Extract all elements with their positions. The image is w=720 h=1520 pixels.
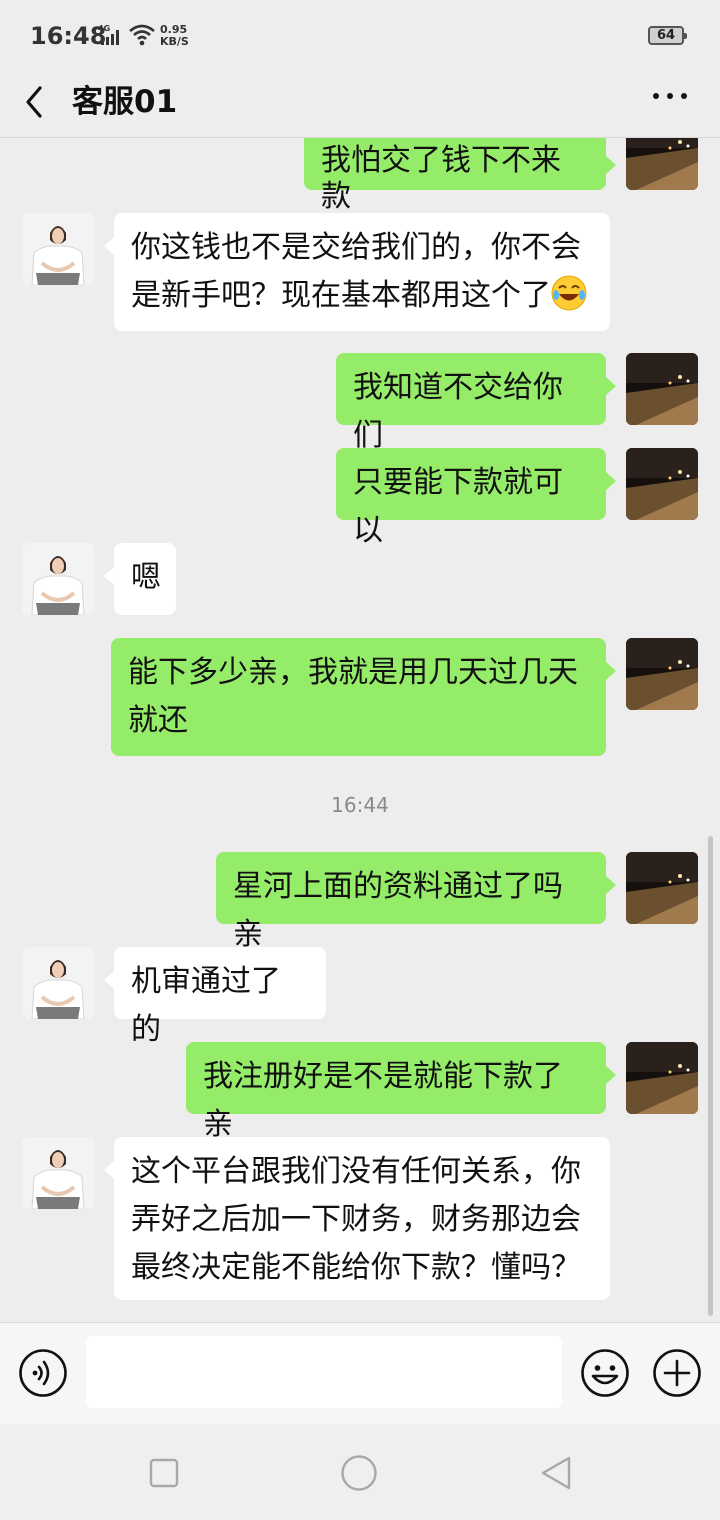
plus-icon[interactable] [652, 1348, 702, 1398]
message-text: 这个平台跟我们没有任何关系，你弄好之后加一下财务，财务那边会最终决定能不能给你下… [131, 1154, 581, 1285]
message-bubble-incoming[interactable]: 嗯 [104, 543, 176, 615]
message-input[interactable] [86, 1336, 562, 1408]
message-text: 我知道不交给你们 [353, 370, 563, 453]
status-bar: 16:48 4G 0.95 KB/S 64 [0, 0, 720, 70]
message-bubble-outgoing[interactable]: 只要能下款就可以 [336, 448, 616, 548]
agent-avatar[interactable] [22, 1137, 94, 1209]
chevron-left-icon[interactable] [20, 80, 50, 120]
message-bubble-incoming[interactable]: 这个平台跟我们没有任何关系，你弄好之后加一下财务，财务那边会最终决定能不能给你下… [104, 1137, 610, 1300]
user-avatar[interactable] [626, 448, 698, 520]
input-bar [0, 1322, 720, 1424]
battery-indicator: 64 [648, 26, 687, 45]
message-text: 你这钱也不是交给我们的，你不会是新手吧？现在基本都用这个了 [131, 230, 581, 313]
emoji-face-icon[interactable] [580, 1348, 630, 1398]
message-bubble-outgoing[interactable]: 星河上面的资料通过了吗亲 [216, 852, 616, 952]
message-text: 机审通过了的 [131, 964, 281, 1047]
square-icon[interactable] [148, 1457, 180, 1489]
message-text: 只要能下款就可以 [353, 465, 563, 548]
message-bubble-outgoing[interactable]: 我怕交了钱下不来款 [304, 138, 616, 214]
system-navigation-bar [0, 1424, 720, 1520]
circle-icon[interactable] [340, 1454, 378, 1492]
message-bubble-outgoing[interactable]: 能下多少亲，我就是用几天过几天就还 [111, 638, 616, 756]
status-time: 16:48 [30, 22, 107, 50]
more-dots-icon[interactable] [650, 86, 690, 106]
user-avatar[interactable] [626, 1042, 698, 1114]
speed-unit: KB/S [160, 35, 189, 48]
agent-avatar[interactable] [22, 213, 94, 285]
voice-icon[interactable] [18, 1348, 68, 1398]
user-avatar[interactable] [626, 353, 698, 425]
message-bubble-outgoing[interactable]: 我注册好是不是就能下款了亲 [186, 1042, 616, 1142]
signal-icon: 4G [98, 24, 124, 50]
message-text: 嗯 [131, 560, 161, 595]
message-bubble-incoming[interactable]: 机审通过了的 [104, 947, 326, 1047]
wifi-icon [128, 24, 156, 50]
user-avatar[interactable] [626, 638, 698, 710]
rolling-laughing-emoji-icon [551, 275, 587, 311]
message-timestamp: 16:44 [331, 793, 389, 817]
user-avatar[interactable] [626, 852, 698, 924]
message-bubble-outgoing[interactable]: 我知道不交给你们 [336, 353, 616, 453]
message-text: 星河上面的资料通过了吗亲 [233, 869, 563, 952]
message-text: 能下多少亲，我就是用几天过几天就还 [128, 655, 578, 738]
agent-avatar[interactable] [22, 947, 94, 1019]
network-speed: 0.95 KB/S [160, 24, 189, 48]
message-bubble-incoming[interactable]: 你这钱也不是交给我们的，你不会是新手吧？现在基本都用这个了 [104, 213, 610, 331]
user-avatar[interactable] [626, 138, 698, 190]
agent-avatar[interactable] [22, 543, 94, 615]
network-type-label: 4G [98, 24, 110, 33]
chat-scrollbar[interactable] [708, 836, 713, 1316]
page-title: 客服01 [72, 84, 178, 120]
triangle-back-icon[interactable] [538, 1454, 574, 1492]
message-text: 我怕交了钱下不来款 [321, 143, 561, 214]
chat-messages[interactable]: 我怕交了钱下不来款 你这钱也不是交给我们的，你不会是新手吧？现在基本都用这个了 … [0, 138, 720, 1322]
chat-header: 客服01 [0, 70, 720, 138]
message-text: 我注册好是不是就能下款了亲 [203, 1059, 563, 1142]
